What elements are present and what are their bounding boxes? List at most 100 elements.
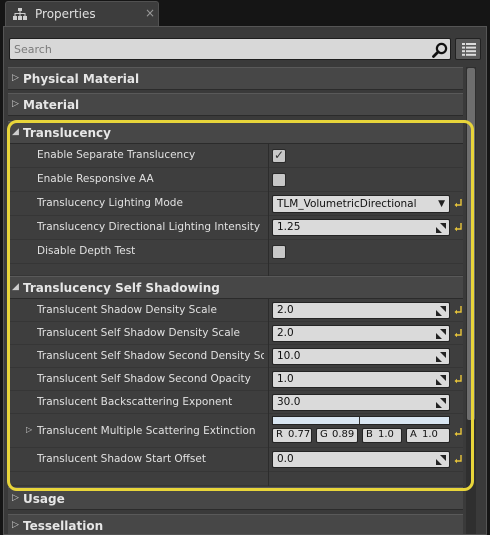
reset-to-default-icon[interactable] — [454, 373, 463, 384]
column-splitter[interactable] — [268, 299, 269, 322]
tab-strip: Properties × — [0, 0, 490, 26]
green-channel-field[interactable]: G 0.89 — [316, 428, 358, 443]
color-swatch-divider — [359, 417, 360, 424]
column-splitter[interactable] — [268, 144, 269, 168]
reset-to-default-icon[interactable] — [454, 453, 463, 464]
second-density-field[interactable]: 10.0 — [272, 348, 450, 365]
category-usage[interactable]: ▷ Usage — [8, 487, 463, 510]
drag-value-icon[interactable] — [436, 223, 446, 233]
properties-panel: ▷ Physical Material ▷ Material ◢ Translu… — [3, 26, 487, 535]
column-splitter[interactable] — [268, 192, 269, 216]
column-splitter[interactable] — [268, 216, 269, 240]
field-value: 0.0 — [277, 453, 294, 465]
vertical-scrollbar[interactable] — [466, 67, 476, 534]
column-splitter[interactable] — [268, 414, 269, 448]
property-label: Translucent Self Shadow Density Scale — [37, 327, 241, 339]
property-label: Translucent Shadow Start Offset — [37, 453, 206, 465]
collapsed-arrow-icon: ▷ — [12, 73, 19, 83]
column-splitter[interactable] — [268, 368, 269, 391]
property-label: Translucent Shadow Density Scale — [37, 304, 217, 316]
channel-key: G — [320, 429, 328, 440]
column-splitter[interactable] — [268, 472, 269, 486]
column-splitter[interactable] — [268, 322, 269, 345]
column-splitter[interactable] — [268, 264, 269, 276]
drag-value-icon[interactable] — [436, 455, 446, 465]
reset-to-default-icon[interactable] — [454, 304, 463, 315]
property-row-disable-depth-test: Disable Depth Test — [8, 240, 463, 264]
column-splitter[interactable] — [268, 168, 269, 192]
hierarchy-icon — [13, 8, 27, 20]
property-row-self-shadow-density: Translucent Self Shadow Density Scale 2.… — [8, 322, 463, 345]
property-row-separate-translucency: Enable Separate Translucency ✓ — [8, 144, 463, 168]
field-value: 2.0 — [277, 304, 294, 316]
second-opacity-field[interactable]: 1.0 — [272, 371, 450, 388]
collapsed-arrow-icon: ▷ — [12, 520, 19, 530]
lighting-mode-dropdown[interactable]: TLM_VolumetricDirectional ▼ — [272, 195, 450, 213]
channel-value: 1.0 — [422, 429, 438, 440]
property-row-directional-intensity: Translucency Directional Lighting Intens… — [8, 216, 463, 240]
shadow-density-field[interactable]: 2.0 — [272, 302, 450, 319]
property-label: Translucent Backscattering Exponent — [37, 396, 233, 408]
property-label: Disable Depth Test — [37, 245, 136, 257]
property-row-lighting-mode: Translucency Lighting Mode TLM_Volumetri… — [8, 192, 463, 216]
category-translucency[interactable]: ◢ Translucency — [8, 121, 463, 144]
property-row-scattering-extinction: ▷ Translucent Multiple Scattering Extinc… — [8, 414, 463, 448]
category-physical-material[interactable]: ▷ Physical Material — [8, 67, 463, 90]
field-value: 30.0 — [277, 396, 301, 408]
category-spacer — [8, 472, 463, 486]
dropdown-value: TLM_VolumetricDirectional — [277, 198, 417, 210]
reset-to-default-icon[interactable] — [454, 197, 463, 208]
column-splitter[interactable] — [268, 448, 269, 472]
field-value: 10.0 — [277, 350, 301, 362]
column-splitter[interactable] — [268, 391, 269, 414]
reset-to-default-icon[interactable] — [454, 221, 463, 232]
separate-translucency-checkbox[interactable]: ✓ — [272, 148, 286, 163]
property-row-second-opacity: Translucent Self Shadow Second Opacity 1… — [8, 368, 463, 391]
drag-value-icon[interactable] — [436, 329, 446, 339]
category-label: Translucency Self Shadowing — [23, 281, 220, 295]
directional-intensity-field[interactable]: 1.25 — [272, 219, 450, 236]
search-input[interactable] — [14, 41, 424, 58]
shadow-start-offset-field[interactable]: 0.0 — [272, 451, 450, 468]
drag-value-icon[interactable] — [436, 306, 446, 316]
expanded-arrow-icon: ◢ — [12, 282, 19, 292]
red-channel-field[interactable]: R 0.77 — [272, 428, 312, 443]
tab-title: Properties — [35, 7, 96, 21]
list-view-icon — [462, 43, 476, 56]
column-splitter[interactable] — [268, 345, 269, 368]
field-value: 1.0 — [277, 373, 294, 385]
chevron-down-icon: ▼ — [438, 199, 445, 209]
search-box — [9, 38, 451, 60]
reset-to-default-icon[interactable] — [454, 327, 463, 338]
category-label: Usage — [23, 492, 65, 506]
close-tab-icon[interactable]: × — [145, 6, 155, 20]
backscattering-field[interactable]: 30.0 — [272, 394, 450, 411]
alpha-channel-field[interactable]: A 1.0 — [406, 428, 450, 443]
color-swatch[interactable] — [272, 416, 450, 425]
search-icon[interactable] — [432, 42, 448, 58]
category-material[interactable]: ▷ Material — [8, 93, 463, 116]
property-row-second-density: Translucent Self Shadow Second Density S… — [8, 345, 463, 368]
responsive-aa-checkbox[interactable] — [272, 173, 286, 187]
category-tessellation[interactable]: ▷ Tessellation — [8, 514, 463, 534]
reset-to-default-icon[interactable] — [454, 426, 463, 437]
drag-value-icon[interactable] — [436, 352, 446, 362]
collapsed-arrow-icon[interactable]: ▷ — [26, 425, 32, 434]
property-label: Translucency Lighting Mode — [37, 197, 183, 209]
tab-properties[interactable]: Properties × — [5, 1, 159, 26]
collapsed-arrow-icon: ▷ — [12, 493, 19, 503]
property-label: Enable Responsive AA — [37, 173, 154, 185]
self-shadow-density-field[interactable]: 2.0 — [272, 325, 450, 342]
disable-depth-test-checkbox[interactable] — [272, 245, 286, 259]
scrollbar-thumb[interactable] — [467, 68, 475, 420]
view-options-button[interactable] — [455, 38, 481, 60]
category-self-shadowing[interactable]: ◢ Translucency Self Shadowing — [8, 276, 463, 299]
channel-value: 0.89 — [332, 429, 355, 440]
category-label: Physical Material — [23, 72, 140, 86]
blue-channel-field[interactable]: B 1.0 — [362, 428, 402, 443]
column-splitter[interactable] — [268, 240, 269, 264]
property-row-backscattering: Translucent Backscattering Exponent 30.0 — [8, 391, 463, 414]
drag-value-icon[interactable] — [436, 375, 446, 385]
channel-key: B — [366, 429, 373, 440]
drag-value-icon[interactable] — [436, 398, 446, 408]
